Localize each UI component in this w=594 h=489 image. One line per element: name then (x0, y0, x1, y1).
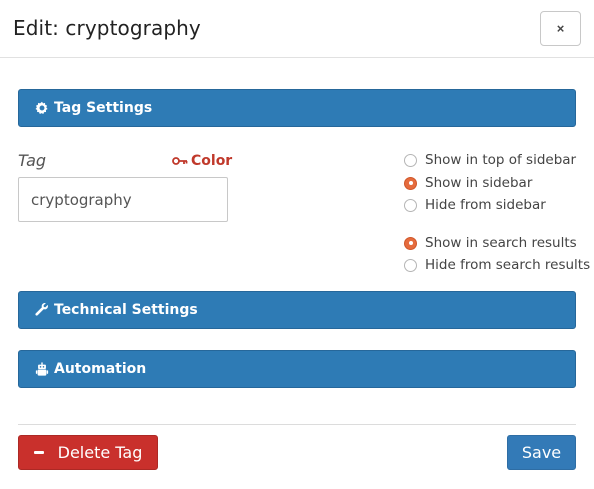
key-icon (172, 157, 188, 165)
tag-field-label: Tag (18, 151, 47, 170)
radio-button[interactable] (404, 198, 417, 212)
wrench-icon (34, 302, 50, 318)
technical-settings-label: Technical Settings (54, 302, 198, 318)
radio-button[interactable] (404, 258, 417, 272)
automation-label: Automation (54, 361, 147, 377)
save-button[interactable]: Save (507, 435, 576, 470)
radio-button-checked[interactable] (404, 176, 417, 190)
radio-label: Show in sidebar (425, 175, 533, 191)
tag-name-input[interactable] (18, 177, 228, 222)
radio-hide-search[interactable]: Hide from search results (404, 257, 590, 273)
radio-label: Hide from search results (425, 257, 591, 273)
automation-section[interactable]: Automation (18, 350, 576, 388)
dialog-header: Edit: cryptography × (0, 0, 594, 58)
delete-tag-button[interactable]: Delete Tag (18, 435, 158, 470)
color-link[interactable]: Color (172, 153, 232, 169)
gear-icon (34, 100, 50, 116)
radio-label: Show in search results (425, 235, 577, 251)
radio-show-sidebar[interactable]: Show in sidebar (404, 175, 532, 191)
radio-label: Show in top of sidebar (425, 152, 577, 168)
dialog-title: Edit: cryptography (13, 16, 201, 40)
radio-show-search[interactable]: Show in search results (404, 235, 577, 251)
technical-settings-section[interactable]: Technical Settings (18, 291, 576, 329)
tag-settings-label: Tag Settings (54, 100, 153, 116)
radio-button-checked[interactable] (404, 236, 417, 250)
minus-icon (33, 451, 44, 454)
robot-icon (34, 361, 50, 377)
radio-label: Hide from sidebar (425, 197, 546, 213)
delete-tag-label: Delete Tag (57, 443, 143, 462)
radio-button[interactable] (404, 153, 417, 167)
color-link-label: Color (191, 153, 233, 169)
tag-settings-section[interactable]: Tag Settings (18, 89, 576, 127)
radio-hide-sidebar[interactable]: Hide from sidebar (404, 197, 546, 213)
close-button[interactable]: × (540, 11, 581, 46)
footer-divider (18, 424, 576, 425)
radio-show-top-sidebar[interactable]: Show in top of sidebar (404, 152, 576, 168)
